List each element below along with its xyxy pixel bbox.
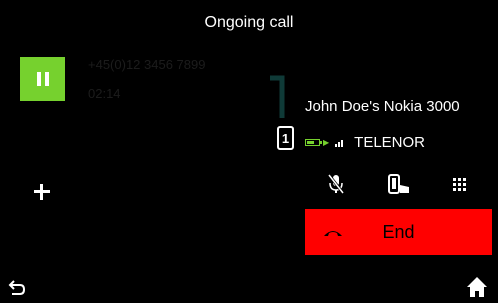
mic-muted-icon — [328, 174, 344, 194]
end-call-label: End — [382, 221, 415, 242]
pause-icon — [35, 72, 51, 86]
signal-bar — [338, 141, 341, 147]
keypad-button[interactable] — [444, 170, 474, 198]
back-arrow-icon[interactable] — [8, 278, 26, 296]
keypad-icon — [452, 177, 466, 191]
page-title: Ongoing call — [204, 14, 294, 31]
home-icon[interactable] — [466, 276, 488, 298]
call-number: +45(0)12 3456 7899 — [88, 57, 206, 72]
status-row: ▶ TELENOR — [305, 134, 425, 151]
signal-strength-icon — [335, 139, 344, 147]
connected-device-name: John Doe's Nokia 3000 — [305, 98, 460, 115]
call-duration: 02:14 — [88, 86, 121, 101]
phone-number-badge: 1 — [281, 130, 290, 146]
signal-bar — [335, 143, 338, 147]
phone-handover-icon — [388, 174, 409, 194]
phone-number-icon: 1 — [277, 126, 294, 150]
hold-button[interactable] — [20, 57, 65, 101]
operator-name: TELENOR — [354, 134, 426, 151]
mute-button[interactable] — [321, 170, 351, 198]
signal-bar — [341, 139, 344, 147]
phone-handover-button[interactable] — [384, 170, 414, 198]
battery-icon — [305, 139, 322, 146]
handset-outline-icon — [270, 75, 285, 118]
end-call-button[interactable]: End — [305, 209, 492, 255]
charging-arrow-icon: ▶ — [323, 138, 330, 147]
add-call-button[interactable] — [30, 180, 54, 204]
